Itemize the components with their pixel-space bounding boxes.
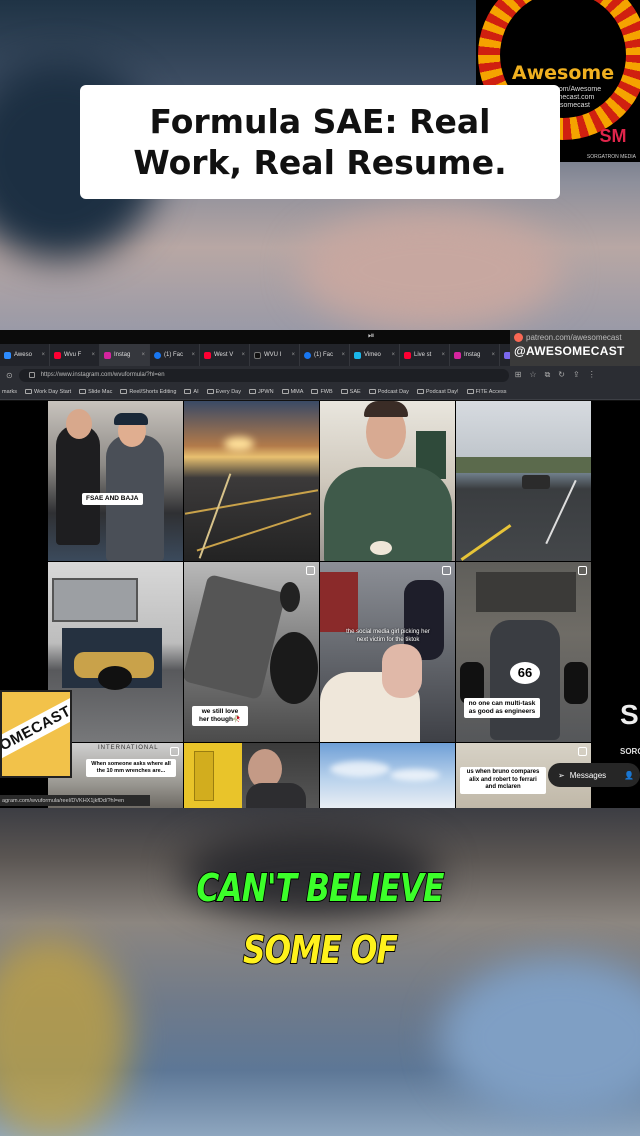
bookmark-6[interactable]: JPWN (249, 389, 274, 395)
car-number: 66 (510, 662, 540, 684)
bookmark-9[interactable]: SAE (340, 389, 361, 395)
subtitle-line-2: SOME OF (242, 927, 399, 973)
post-tile-11[interactable] (320, 743, 455, 808)
tab-5[interactable]: WVU I × (250, 344, 300, 366)
post-tile-10[interactable] (184, 743, 319, 808)
profile-icon: 👤 (624, 770, 634, 780)
post-tile-7[interactable]: the social media girl picking her next v… (320, 562, 455, 742)
awesomecast-sticker: OMECAST (0, 690, 72, 778)
screen-recording: ⏯ Aweso × Wvu F × Instag × (1) Fac × West V ×… (0, 330, 640, 808)
background-bottom (0, 808, 640, 1136)
bookmark-10[interactable]: Podcast Day (368, 389, 409, 395)
handle: @AWESOMECAST (514, 344, 625, 358)
bookmark-1[interactable]: Work Day Start (24, 389, 71, 395)
caption-fsae-baja: FSAE AND BAJA (82, 493, 143, 505)
tab-6[interactable]: (1) Fac × (300, 344, 350, 366)
reel-icon (578, 566, 587, 575)
bookmark-2[interactable]: Slide Mac (79, 389, 112, 395)
tab-4[interactable]: West V × (200, 344, 250, 366)
reel-icon (306, 566, 315, 575)
tab-2[interactable]: Instag × (100, 344, 150, 366)
bookmark-8[interactable]: FWB (311, 389, 333, 395)
refresh-icon[interactable]: ↻ (558, 370, 565, 380)
send-icon: ➢ (558, 770, 565, 780)
bookmark-3[interactable]: Reel/Shorts Editing (120, 389, 176, 395)
caption-social-media-girl: the social media girl picking her next v… (346, 629, 430, 643)
star-icon[interactable]: ☆ (529, 370, 536, 380)
caption-wrenches: When someone asks where all the 10 mm wr… (86, 759, 176, 777)
reel-icon (170, 747, 179, 756)
site-info-icon[interactable]: ⊙ (6, 371, 13, 380)
bookmark-7[interactable]: MMA (281, 389, 303, 395)
post-tile-4[interactable] (456, 401, 591, 561)
side-logo-text: SORG (620, 747, 640, 756)
extensions-icon[interactable]: ⧉ (545, 370, 551, 380)
tab-9[interactable]: Instag × (450, 344, 500, 366)
video-title: Formula SAE: Real Work, Real Resume. (133, 102, 507, 182)
tab-8[interactable]: Live st × (400, 344, 450, 366)
tab-3[interactable]: (1) Fac × (150, 344, 200, 366)
tab-1[interactable]: Wvu F × (50, 344, 100, 366)
reel-icon (442, 566, 451, 575)
tab-0[interactable]: Aweso × (0, 344, 50, 366)
lock-icon (28, 371, 35, 378)
caption-still-love: we still love her though🥀 (192, 706, 248, 726)
messages-button[interactable]: ➢ Messages 👤 (548, 763, 640, 787)
menu-icon[interactable]: ⋮ (588, 370, 596, 380)
caption-multitask: no one can multi-task as good as enginee… (464, 698, 540, 718)
bookmark-11[interactable]: Podcast Day! (416, 389, 459, 395)
reel-icon (578, 747, 587, 756)
status-url: agram.com/wvuformula/reel/DVKHX1jkfDd/?h… (0, 795, 150, 806)
subtitle-line-1: CAN'T BELIEVE (196, 865, 446, 911)
sm-logo: SM (599, 126, 627, 146)
post-tile-1[interactable]: FSAE AND BAJA (48, 401, 183, 561)
post-tile-2[interactable] (184, 401, 319, 561)
bookmark-4[interactable]: AI (184, 389, 199, 395)
logo-word: Awesome (511, 62, 615, 84)
qr-icon[interactable]: ⊞ (515, 370, 522, 380)
address-bar: ⊙ https://www.instagram.com/wvuformula/?… (0, 366, 640, 384)
share-icon[interactable]: ⇪ (573, 370, 580, 380)
patreon-watermark: patreon.com/awesomecast @AWESOMECAST (510, 330, 640, 366)
patreon-url: patreon.com/awesomecast (526, 333, 622, 342)
post-tile-8[interactable]: 66 no one can multi-task as good as engi… (456, 562, 591, 742)
side-logo-letter: S (620, 699, 639, 730)
bookmark-0[interactable]: marks (2, 389, 17, 395)
title-card: Formula SAE: Real Work, Real Resume. (80, 85, 560, 199)
sm-caption: SORGATRON MEDIA (586, 154, 636, 160)
instagram-grid: FSAE AND BAJA we still love her though🥀 … (0, 401, 640, 808)
bookmarks-bar: marks Work Day Start Slide Mac Reel/Shor… (0, 384, 640, 400)
post-tile-3[interactable] (320, 401, 455, 561)
bookmark-5[interactable]: Every Day (206, 389, 241, 395)
international-sign: INTERNATIONAL (98, 745, 159, 751)
post-tile-6[interactable]: we still love her though🥀 (184, 562, 319, 742)
bookmark-12[interactable]: FITE Access (466, 389, 506, 395)
caption-bruno: us when bruno compares alix and robert t… (460, 767, 546, 794)
tab-7[interactable]: Vimeo × (350, 344, 400, 366)
url-field[interactable]: https://www.instagram.com/wvuformula/?hl… (18, 368, 509, 382)
